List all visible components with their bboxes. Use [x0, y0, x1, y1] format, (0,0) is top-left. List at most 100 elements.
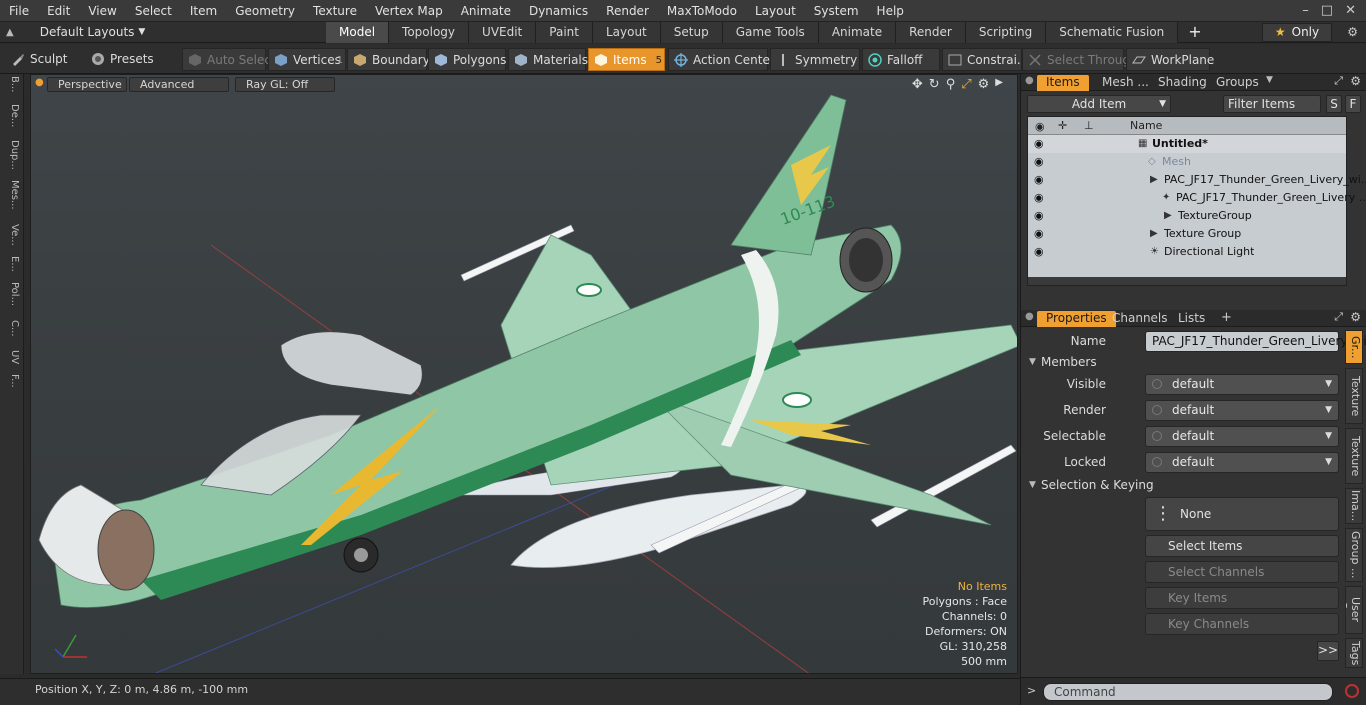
maximize-icon[interactable]: □ [1321, 0, 1333, 22]
command-input[interactable]: Command [1043, 683, 1333, 701]
add-item-button[interactable]: Add Item ▼ [1027, 95, 1171, 113]
advanced-button[interactable]: Advanced [129, 77, 229, 92]
menu-geometry[interactable]: Geometry [226, 0, 304, 22]
left-strip-tab[interactable]: B... [4, 76, 20, 92]
left-strip-tab[interactable]: F... [4, 374, 20, 388]
left-strip-tab[interactable]: Ve... [4, 224, 20, 246]
panel-tabs-chevron-icon[interactable]: ▼ [1266, 75, 1273, 85]
layout-tab-topology[interactable]: Topology [389, 22, 470, 43]
none-button[interactable]: ⋮ None [1145, 497, 1339, 531]
filter-items-input[interactable]: Filter Items [1223, 95, 1321, 113]
properties-tab-2[interactable]: Lists [1169, 311, 1214, 327]
render-select[interactable]: default ▼ [1145, 400, 1339, 421]
visibility-eye-icon[interactable]: ◉ [1034, 153, 1044, 171]
menu-system[interactable]: System [805, 0, 868, 22]
item-row[interactable]: ◉ ✦ PAC_JF17_Thunder_Green_Livery ... [1028, 189, 1366, 207]
workplane-button[interactable]: WorkPlane [1126, 48, 1214, 71]
close-icon[interactable]: ✕ [1345, 0, 1356, 22]
layout-tab-layout[interactable]: Layout [592, 22, 661, 43]
selection-keying-section[interactable]: ▼ Selection & Keying [1027, 476, 1343, 494]
auto-select-button[interactable]: Auto Select [182, 48, 276, 71]
play-icon[interactable]: ▶ [995, 77, 1003, 92]
constraints-button[interactable]: Constrai... [942, 48, 1028, 71]
side-tab-0[interactable]: Gr... [1345, 330, 1363, 364]
side-tab-2[interactable]: Texture ... [1345, 428, 1363, 484]
viewport-gear-icon[interactable]: ⚙ [978, 77, 990, 92]
select-through-button[interactable]: Select Through [1022, 48, 1138, 71]
add-layout-tab-icon[interactable]: + [1178, 22, 1211, 43]
side-tab-5[interactable]: User C... [1345, 586, 1363, 634]
left-strip-tab[interactable]: Mes... [4, 180, 20, 210]
presets-button[interactable]: Presets [86, 48, 168, 71]
menu-select[interactable]: Select [126, 0, 181, 22]
left-strip-tab[interactable]: C... [4, 320, 20, 337]
rotate-icon[interactable]: ↻ [929, 77, 940, 92]
visibility-eye-icon[interactable]: ◉ [1034, 207, 1044, 225]
expand-icon[interactable]: ⤢ [1334, 74, 1343, 88]
panel-tab-2[interactable]: Shading [1149, 75, 1216, 91]
item-row[interactable]: ◉ ▶ TextureGroup [1028, 207, 1346, 225]
sculpt-button[interactable]: Sculpt [6, 48, 86, 71]
layout-tab-game-tools[interactable]: Game Tools [722, 22, 819, 43]
menu-maxtomodo[interactable]: MaxToModo [658, 0, 746, 22]
props-gear-icon[interactable]: ⚙ [1350, 310, 1361, 324]
only-toggle[interactable]: ★ Only [1262, 23, 1332, 42]
menu-texture[interactable]: Texture [304, 0, 366, 22]
more-button[interactable]: >> [1317, 641, 1339, 661]
item-row[interactable]: ◉ ☀ Directional Light [1028, 243, 1346, 261]
materials-button[interactable]: Materials [508, 48, 588, 71]
panel-gear-icon[interactable]: ⚙ [1350, 74, 1361, 88]
record-icon[interactable] [1345, 684, 1359, 698]
layout-tab-scripting[interactable]: Scripting [965, 22, 1047, 43]
item-row[interactable]: ◉ ◇ Mesh [1028, 153, 1346, 171]
menu-layout[interactable]: Layout [746, 0, 805, 22]
vertices-button[interactable]: Vertices 1 [268, 48, 346, 71]
zoom-icon[interactable]: ⚲ [946, 77, 956, 92]
layout-tab-paint[interactable]: Paint [536, 22, 593, 43]
menu-vertex-map[interactable]: Vertex Map [366, 0, 452, 22]
panel-tab-0[interactable]: Items [1037, 75, 1089, 91]
layout-tab-schematic-fusion[interactable]: Schematic Fusion [1046, 22, 1179, 43]
layout-tab-model[interactable]: Model [326, 22, 390, 43]
filter-s-button[interactable]: S [1326, 95, 1342, 113]
props-expand-icon[interactable]: ⤢ [1334, 310, 1343, 324]
action-center-button[interactable]: Action Center [668, 48, 775, 71]
side-tab-6[interactable]: Tags [1345, 638, 1363, 668]
item-row[interactable]: ◉ ▶ Texture Group [1028, 225, 1346, 243]
menu-render[interactable]: Render [597, 0, 658, 22]
layout-tab-setup[interactable]: Setup [660, 22, 723, 43]
locked-select[interactable]: default ▼ [1145, 452, 1339, 473]
3d-viewport[interactable]: 10-113 113 ● Perspective Advanced Ray GL… [30, 74, 1018, 674]
side-tab-3[interactable]: Ima... [1345, 488, 1363, 524]
list-scrollbar[interactable] [1028, 277, 1346, 285]
perspective-button[interactable]: Perspective [47, 77, 127, 92]
add-tab-icon[interactable]: + [1221, 310, 1232, 325]
layout-tab-animate[interactable]: Animate [818, 22, 897, 43]
select-items-button[interactable]: Select Items [1145, 535, 1339, 557]
menu-dynamics[interactable]: Dynamics [520, 0, 597, 22]
side-tab-4[interactable]: Group ... [1345, 528, 1363, 582]
menu-file[interactable]: File [0, 0, 38, 22]
fit-icon[interactable]: ⤢ [961, 77, 971, 92]
menu-item[interactable]: Item [181, 0, 226, 22]
menu-help[interactable]: Help [868, 0, 913, 22]
visibility-eye-icon[interactable]: ◉ [1034, 135, 1044, 153]
name-field[interactable]: PAC_JF17_Thunder_Green_Livery_wi [1145, 331, 1366, 352]
layout-tab-render[interactable]: Render [896, 22, 966, 43]
visibility-eye-icon[interactable]: ◉ [1034, 225, 1044, 243]
left-strip-tab[interactable]: UV [4, 350, 20, 364]
raygl-button[interactable]: Ray GL: Off [235, 77, 335, 92]
filter-f-button[interactable]: F [1345, 95, 1361, 113]
minimize-icon[interactable]: – [1302, 0, 1309, 22]
gear-icon[interactable]: ⚙ [1347, 22, 1358, 43]
layouts-dropdown[interactable]: ▲ Default Layouts ▼ [6, 22, 145, 43]
visible-select[interactable]: default ▼ [1145, 374, 1339, 395]
key-items-button[interactable]: Key Items [1145, 587, 1339, 609]
boundary-button[interactable]: Boundary [347, 48, 430, 71]
members-section[interactable]: ▼ Members [1027, 353, 1343, 371]
visibility-eye-icon[interactable]: ◉ [1034, 189, 1044, 207]
layout-tab-uvedit[interactable]: UVEdit [469, 22, 537, 43]
left-strip-tab[interactable]: E... [4, 256, 20, 272]
select-channels-button[interactable]: Select Channels [1145, 561, 1339, 583]
item-row[interactable]: ◉ ▶ PAC_JF17_Thunder_Green_Livery_wi... [1028, 171, 1366, 189]
